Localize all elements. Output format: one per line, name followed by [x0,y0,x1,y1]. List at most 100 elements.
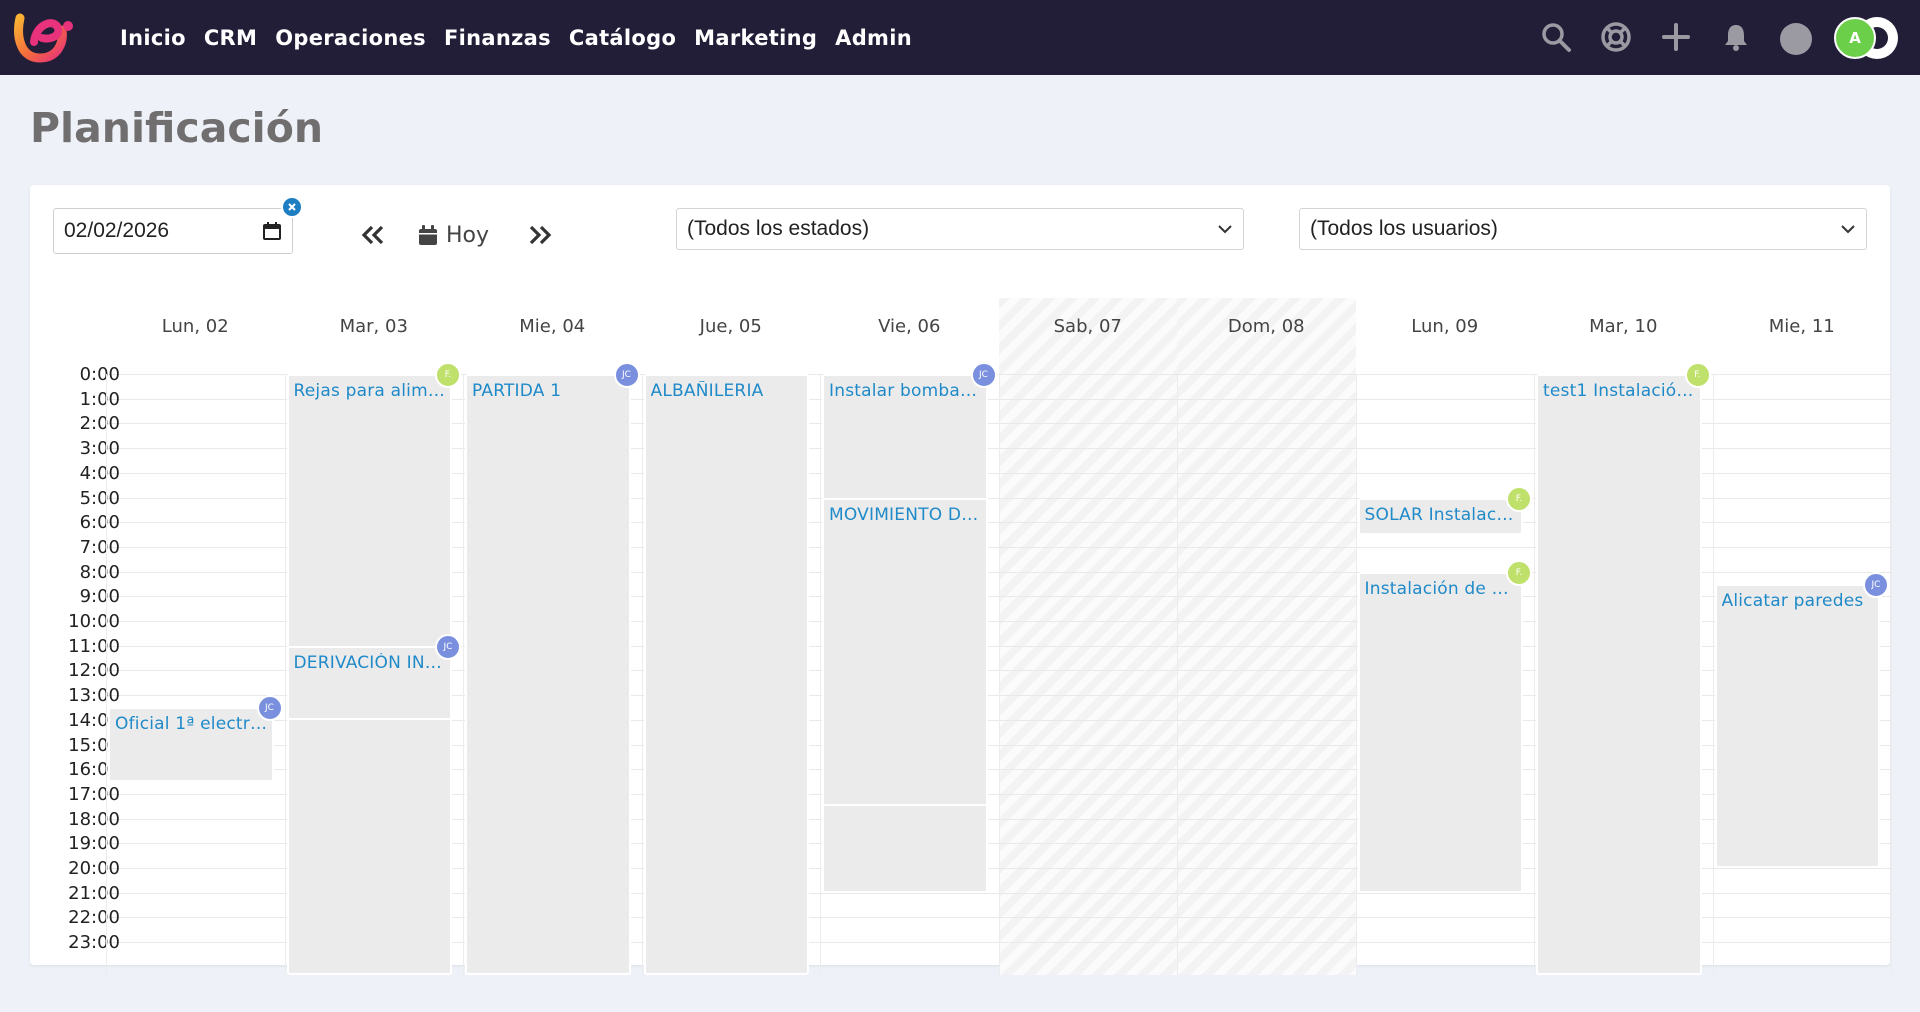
top-navbar: Inicio CRM Operaciones Finanzas Catálogo… [0,0,1920,75]
event-title: Rejas para alime… [293,381,447,401]
time-label: 8:00 [79,561,120,583]
nav-item-finanzas[interactable]: Finanzas [444,26,551,50]
help-lifebuoy-icon[interactable] [1599,20,1633,54]
user-filter-select[interactable]: (Todos los usuarios) [1299,208,1867,250]
app-logo[interactable] [14,12,76,64]
day-column-divider [641,374,643,975]
time-label: 0:00 [79,364,120,385]
assignee-badge: JC [1863,571,1889,598]
assignee-badge: JC [970,362,997,388]
today-button[interactable]: Hoy [418,218,489,252]
time-label: 9:00 [79,586,120,608]
day-column-divider [1891,374,1892,975]
nav-item-admin[interactable]: Admin [835,26,912,50]
day-header[interactable]: Dom, 08 [1177,316,1356,337]
nav-item-inicio[interactable]: Inicio [120,26,186,50]
status-filter-value: (Todos los estados) [687,217,870,240]
date-input[interactable]: 02/02/2026 [53,208,293,254]
event-title: MOVIMIENTO DE… [829,504,982,525]
day-column-divider [106,374,107,975]
time-label: 3:00 [79,438,120,460]
chevron-down-icon [1218,225,1232,234]
assignee-badge: JC [613,362,640,388]
day-column-divider [1712,374,1714,975]
event-title: SOLAR Instalaci… [1364,504,1518,525]
user-filter-value: (Todos los usuarios) [1310,217,1498,240]
day-header[interactable]: Mie, 11 [1713,316,1892,337]
time-label: 18:00 [68,808,120,830]
day-column-divider [1177,374,1178,975]
calendar-event[interactable]: Alicatar paredes [1714,583,1880,868]
search-icon[interactable] [1539,20,1573,54]
double-chevron-left-icon [361,225,384,245]
clear-date-button[interactable] [281,196,303,218]
time-label: 12:00 [68,660,120,682]
calendar-event[interactable]: MOVIMIENTO DE… [822,497,988,807]
nav-item-catalogo[interactable]: Catálogo [569,26,676,50]
main-nav: Inicio CRM Operaciones Finanzas Catálogo… [120,0,912,75]
time-label: 2:00 [79,413,120,435]
nav-item-marketing[interactable]: Marketing [694,26,817,50]
time-label: 6:00 [79,512,120,534]
event-title: test1 Instalación … [1543,381,1696,401]
day-column-divider [998,374,1000,975]
day-column-divider [284,374,286,975]
avatar-initial: A [1834,17,1876,59]
calendar-event[interactable]: ALBAÑILERIA [643,374,809,975]
plus-icon[interactable] [1659,20,1693,54]
time-label: 1:00 [79,388,120,410]
time-label: 11:00 [68,635,120,657]
status-filter-select[interactable]: (Todos los estados) [676,208,1244,250]
date-value: 02/02/2026 [64,219,170,242]
event-title: ALBAÑILERIA [650,381,764,401]
calendar-event[interactable]: SOLAR Instalaci… [1357,497,1523,535]
day-header[interactable]: Sab, 07 [999,316,1178,337]
assignee-badge: F. [1684,362,1711,388]
bell-icon[interactable] [1719,20,1753,54]
calendar-event[interactable]: test1 Instalación … [1536,374,1702,975]
calendar-event[interactable]: PARTIDA 1 [465,374,631,975]
nav-item-operaciones[interactable]: Operaciones [275,26,426,50]
calendar-picker-icon[interactable] [262,221,282,241]
page-title: Planificación [30,104,324,152]
day-column-divider [1534,374,1535,975]
time-label: 19:00 [68,833,120,855]
user-avatar[interactable]: A [1834,15,1904,61]
event-title: PARTIDA 1 [472,381,562,401]
nav-item-crm[interactable]: CRM [204,26,257,50]
day-column-divider [1355,374,1357,975]
next-period-button[interactable] [524,220,556,250]
day-header[interactable]: Lun, 02 [106,316,285,337]
assignee-badge: F. [1506,485,1532,512]
event-title: DERIVACIÓN IN… [293,652,442,673]
day-header[interactable]: Vie, 06 [820,316,999,337]
time-label: 17:00 [68,783,120,805]
time-label: 23:00 [68,932,120,954]
time-label: 10:00 [68,611,120,632]
time-label: 13:00 [68,685,120,707]
day-column-divider [463,374,464,975]
day-column-divider [820,374,821,975]
double-chevron-right-icon [529,225,552,245]
day-header[interactable]: Mar, 03 [285,316,464,337]
calendar-event[interactable]: Oficial 1ª electric… [108,707,274,782]
previous-period-button[interactable] [357,220,389,250]
status-circle-icon[interactable] [1780,23,1812,55]
close-icon [288,203,296,211]
calendar-event[interactable]: DERIVACIÓN IN… [286,645,452,720]
assignee-badge: F. [1506,559,1532,586]
chevron-down-icon [1841,225,1855,234]
event-title: Instalación de Pl… [1364,578,1518,599]
time-label: 7:00 [79,536,120,558]
day-header[interactable]: Mar, 10 [1534,316,1713,337]
assignee-badge: F. [435,362,461,388]
today-label: Hoy [446,222,490,248]
calendar-event[interactable]: Instalación de Pl… [1357,571,1523,893]
time-label: 5:00 [79,487,120,509]
day-header[interactable]: Mie, 04 [463,316,642,337]
day-header[interactable]: Lun, 09 [1356,316,1535,337]
time-label: 20:00 [68,858,120,879]
time-label: 22:00 [68,907,120,929]
assignee-badge: JC [435,633,461,660]
day-header[interactable]: Jue, 05 [642,316,821,337]
